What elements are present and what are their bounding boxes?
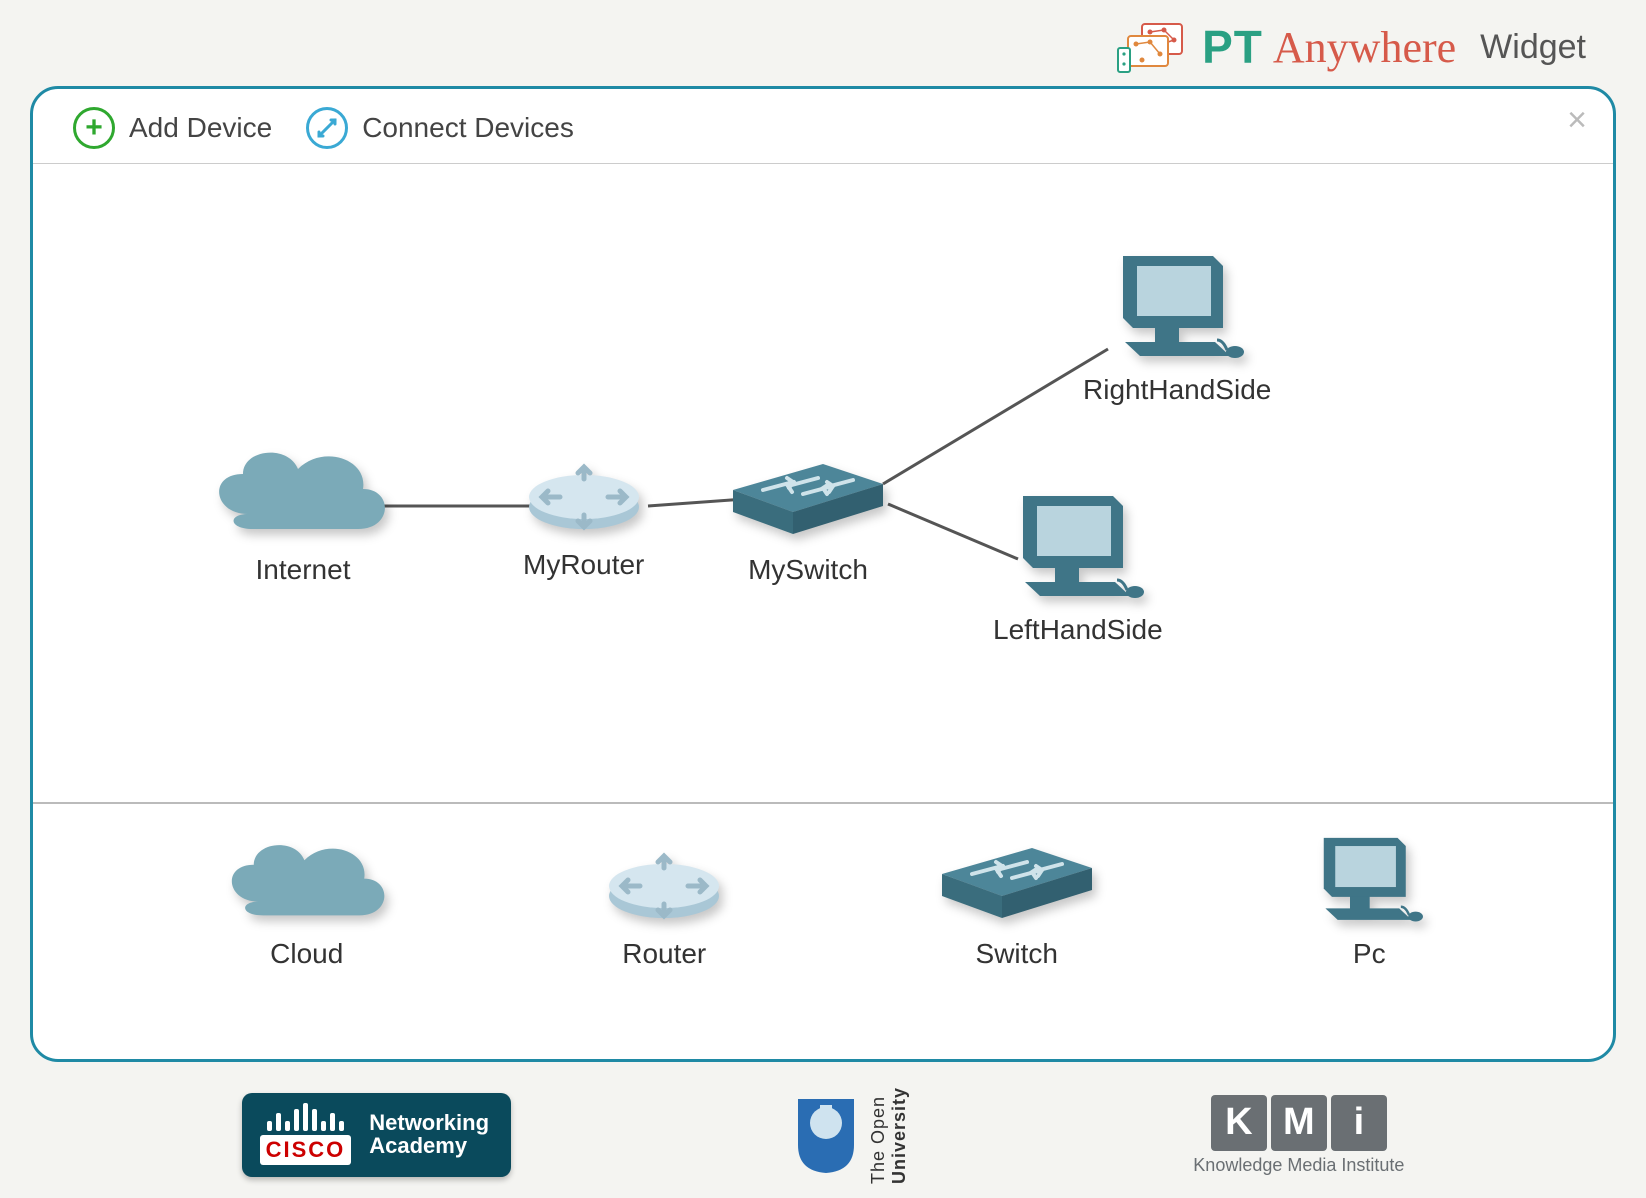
palette-label: Pc — [1353, 938, 1386, 970]
kmi-letter: M — [1271, 1095, 1327, 1151]
connect-devices-label: Connect Devices — [362, 112, 574, 144]
add-device-button[interactable]: + Add Device — [73, 107, 272, 149]
node-righthandside[interactable]: RightHandSide — [1083, 244, 1271, 406]
add-device-label: Add Device — [129, 112, 272, 144]
plus-icon: + — [73, 107, 115, 149]
node-label: Internet — [256, 554, 351, 586]
node-myswitch[interactable]: MySwitch — [723, 454, 893, 586]
cisco-line2: Academy — [369, 1134, 489, 1157]
open-university-logo: The Open University — [794, 1087, 910, 1184]
device-palette: Cloud Router Switch Pc — [33, 804, 1613, 1000]
topology-canvas[interactable]: Internet MyRouter MySwitch RightHandSide… — [33, 164, 1613, 804]
palette-label: Switch — [976, 938, 1058, 970]
node-label: RightHandSide — [1083, 374, 1271, 406]
kmi-subtitle: Knowledge Media Institute — [1193, 1155, 1404, 1176]
header: PT Anywhere Widget — [1116, 20, 1586, 74]
brand-pt: PT — [1202, 20, 1263, 74]
palette-item-pc[interactable]: Pc — [1309, 828, 1429, 970]
pc-icon — [1005, 484, 1150, 604]
brand-anywhere: Anywhere — [1273, 22, 1456, 73]
ou-shield-icon — [794, 1095, 858, 1175]
switch-icon — [723, 454, 893, 544]
cisco-bars-icon — [267, 1103, 344, 1131]
kmi-letter: i — [1331, 1095, 1387, 1151]
node-label: MyRouter — [523, 549, 644, 581]
toolbar: + Add Device Connect Devices × — [33, 89, 1613, 164]
kmi-letter: K — [1211, 1095, 1267, 1151]
cisco-logo: CISCO Networking Academy — [242, 1093, 511, 1177]
palette-item-cloud[interactable]: Cloud — [217, 828, 397, 970]
node-internet[interactable]: Internet — [203, 434, 403, 586]
palette-label: Cloud — [270, 938, 343, 970]
footer: CISCO Networking Academy The Open Univer… — [0, 1087, 1646, 1184]
kmi-logo: K M i Knowledge Media Institute — [1193, 1095, 1404, 1176]
close-button[interactable]: × — [1567, 103, 1587, 137]
connect-icon — [306, 107, 348, 149]
main-panel: + Add Device Connect Devices × Internet — [30, 86, 1616, 1062]
node-label: LeftHandSide — [993, 614, 1163, 646]
palette-item-router[interactable]: Router — [604, 848, 724, 970]
widget-label: Widget — [1480, 28, 1586, 67]
pc-icon — [1105, 244, 1250, 364]
palette-label: Router — [622, 938, 706, 970]
cloud-icon — [217, 828, 397, 928]
pc-icon — [1309, 828, 1429, 928]
connect-devices-button[interactable]: Connect Devices — [306, 107, 574, 149]
node-lefthandside[interactable]: LeftHandSide — [993, 484, 1163, 646]
palette-item-switch[interactable]: Switch — [932, 838, 1102, 970]
router-icon — [604, 848, 724, 928]
app-icon — [1116, 20, 1186, 74]
node-myrouter[interactable]: MyRouter — [523, 459, 644, 581]
cloud-icon — [203, 434, 403, 544]
cisco-line1: Networking — [369, 1111, 489, 1134]
ou-text: The Open University — [868, 1087, 910, 1184]
router-icon — [524, 459, 644, 539]
node-label: MySwitch — [748, 554, 868, 586]
kmi-blocks: K M i — [1211, 1095, 1387, 1151]
switch-icon — [932, 838, 1102, 928]
cisco-brand: CISCO — [260, 1135, 352, 1165]
